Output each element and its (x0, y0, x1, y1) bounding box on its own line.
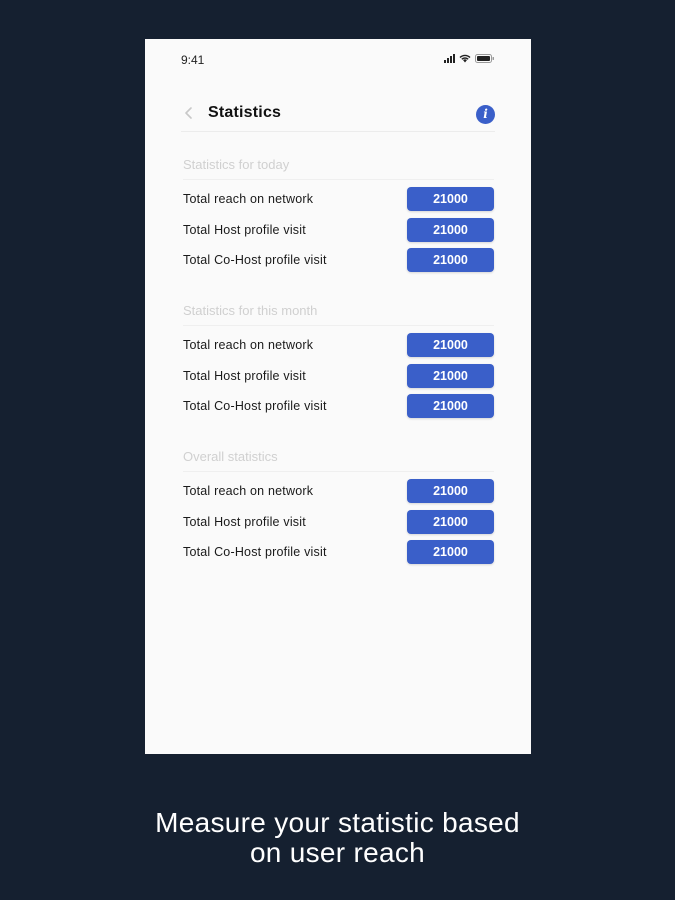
stat-label: Total Co-Host profile visit (183, 399, 327, 413)
section-title: Statistics for this month (183, 301, 494, 326)
status-icons (444, 54, 495, 63)
stat-value-badge: 21000 (407, 187, 494, 211)
stat-label: Total Host profile visit (183, 514, 306, 529)
caption-line-1: Measure your statistic based (155, 807, 520, 838)
stat-label: Total Host profile visit (183, 222, 306, 237)
battery-icon (475, 54, 495, 63)
stat-value-badge: 21000 (407, 333, 494, 357)
stat-value-badge: 21000 (407, 217, 494, 242)
stat-row-cohost-visit: Total Co-Host profile visit 21000 (183, 394, 494, 425)
stat-row-reach: Total reach on network 21000 (183, 187, 494, 218)
section-today: Statistics for today Total reach on netw… (183, 155, 494, 279)
stat-value-badge: 21000 (407, 394, 494, 418)
signal-icon (444, 54, 455, 63)
status-bar: 9:41 (145, 39, 531, 81)
stat-label: Total Co-Host profile visit (183, 545, 327, 559)
stat-value-badge: 21000 (407, 363, 494, 388)
caption-line-2: on user reach (249, 837, 426, 868)
stat-row-cohost-visit: Total Co-Host profile visit 21000 (183, 540, 494, 571)
stat-value-badge: 21000 (407, 509, 494, 534)
nav-header: Statistics i (181, 101, 495, 132)
stat-row-reach: Total reach on network 21000 (183, 479, 494, 510)
stat-row-host-visit: Total Host profile visit 21000 (183, 217, 494, 249)
info-icon[interactable]: i (476, 105, 495, 124)
stat-row-host-visit: Total Host profile visit 21000 (183, 509, 494, 541)
wifi-icon (459, 54, 471, 63)
section-overall: Overall statistics Total reach on networ… (183, 447, 494, 571)
section-title: Statistics for today (183, 155, 494, 180)
page-title: Statistics (208, 104, 282, 121)
stat-row-reach: Total reach on network 21000 (183, 333, 494, 364)
chevron-left-icon[interactable] (181, 105, 197, 121)
stat-row-cohost-visit: Total Co-Host profile visit 21000 (183, 248, 494, 279)
stat-value-badge: 21000 (407, 540, 494, 564)
status-time: 9:41 (181, 53, 205, 67)
marketing-caption: Measure your statistic based on user rea… (0, 808, 675, 868)
phone-screen: 9:41 Statistics i Statistics for today T… (145, 39, 531, 754)
section-title: Overall statistics (183, 447, 494, 472)
stat-label: Total reach on network (183, 192, 314, 206)
section-month: Statistics for this month Total reach on… (183, 301, 494, 425)
stat-value-badge: 21000 (407, 479, 494, 503)
stat-value-badge: 21000 (407, 248, 494, 272)
stat-row-host-visit: Total Host profile visit 21000 (183, 363, 494, 395)
stat-label: Total reach on network (183, 338, 314, 352)
stat-label: Total reach on network (183, 484, 314, 498)
stat-label: Total Host profile visit (183, 368, 306, 383)
stat-label: Total Co-Host profile visit (183, 253, 327, 267)
